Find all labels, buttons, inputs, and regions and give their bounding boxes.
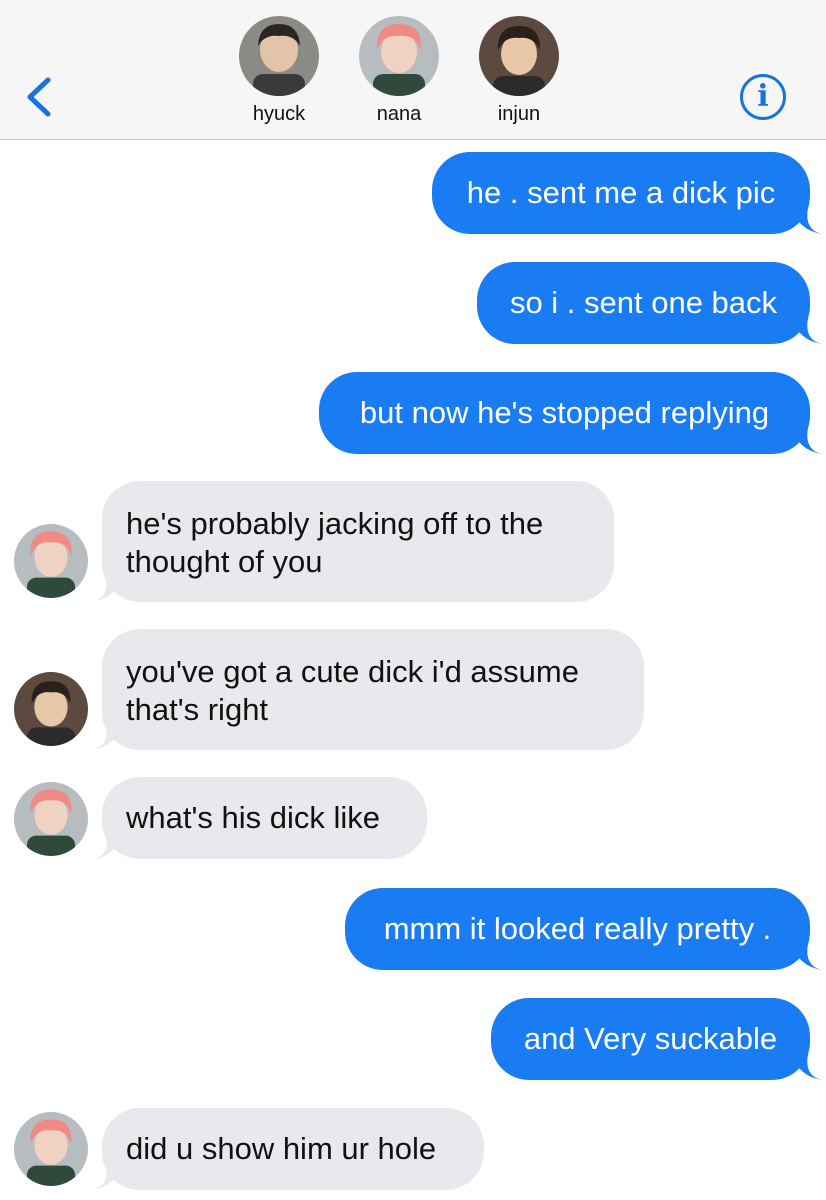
message-bubble-outgoing[interactable]: mmm it looked really pretty . — [345, 888, 810, 970]
message-text: you've got a cute dick i'd assume — [126, 654, 579, 689]
message-text: he . sent me a dick pic — [466, 175, 776, 210]
message-bubble-incoming[interactable]: he's probably jacking off to the thought… — [102, 481, 614, 602]
conversation-header: hyuck nana injun i — [0, 0, 826, 140]
nana-avatar — [359, 16, 439, 96]
hyuck-avatar — [239, 16, 319, 96]
chevron-left-icon[interactable] — [22, 74, 56, 120]
injun-avatar — [479, 16, 559, 96]
nana-avatar[interactable] — [14, 524, 88, 598]
message-text: so i . sent one back — [509, 285, 778, 320]
nana-avatar[interactable] — [14, 782, 88, 856]
message-bubble-outgoing[interactable]: but now he's stopped replying — [319, 372, 810, 454]
participant-name: injun — [497, 103, 541, 125]
participant-name: nana — [376, 103, 422, 125]
participant-name: hyuck — [252, 103, 306, 125]
message-bubble-incoming[interactable]: you've got a cute dick i'd assume that's… — [102, 629, 644, 750]
message-bubble-incoming[interactable]: did u show him ur hole — [102, 1108, 484, 1190]
message-text: he's probably jacking off to the — [126, 506, 544, 541]
message-text: and Very suckable — [523, 1021, 778, 1056]
info-icon[interactable]: i — [740, 74, 786, 120]
participant-nana[interactable]: nana — [354, 16, 444, 126]
message-bubble-outgoing[interactable]: so i . sent one back — [477, 262, 810, 344]
participant-hyuck[interactable]: hyuck — [234, 16, 324, 126]
message-text: thought of you — [126, 544, 323, 579]
injun-avatar[interactable] — [14, 672, 88, 746]
message-bubble-incoming[interactable]: what's his dick like — [102, 777, 427, 859]
message-bubble-outgoing[interactable]: he . sent me a dick pic — [432, 152, 810, 234]
message-text: that's right — [126, 692, 269, 727]
participant-injun[interactable]: injun — [474, 16, 564, 126]
message-text: did u show him ur hole — [126, 1131, 437, 1166]
message-text: but now he's stopped replying — [359, 395, 770, 430]
message-text: what's his dick like — [126, 800, 381, 835]
message-bubble-outgoing[interactable]: and Very suckable — [491, 998, 810, 1080]
nana-avatar[interactable] — [14, 1112, 88, 1186]
message-text: mmm it looked really pretty . — [383, 911, 772, 946]
